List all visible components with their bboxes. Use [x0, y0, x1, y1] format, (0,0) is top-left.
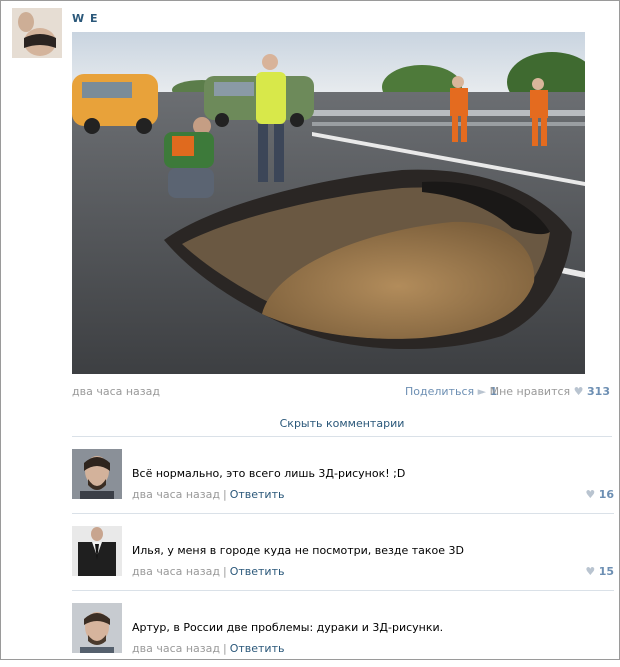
like-count: 313 — [587, 385, 610, 398]
heart-icon: ♥ — [585, 488, 596, 501]
comment-like-count: 15 — [598, 565, 614, 578]
hide-comments-link[interactable]: Скрыть комментарии — [72, 412, 612, 437]
share-label: Поделиться — [405, 385, 475, 398]
comment-meta: два часа назад | Ответить — [132, 488, 285, 501]
comment-time[interactable]: два часа назад — [132, 565, 220, 578]
comment-meta: два часа назад | Ответить — [132, 642, 285, 655]
megaphone-icon: ► — [477, 385, 487, 398]
comment-item: Илья, у меня в городе куда не посмотри, … — [72, 514, 614, 591]
heart-icon: ♥ — [585, 565, 596, 578]
comment-meta: два часа назад | Ответить — [132, 565, 285, 578]
comment-item: Всё нормально, это всего лишь 3Д-рисунок… — [72, 437, 614, 514]
comment-text: Всё нормально, это всего лишь 3Д-рисунок… — [132, 467, 406, 480]
post-author-name[interactable]: W E — [72, 12, 98, 25]
comment-avatar[interactable] — [72, 526, 122, 576]
comment-avatar[interactable] — [72, 603, 122, 653]
reply-button[interactable]: Ответить — [230, 565, 285, 578]
heart-icon: ♥ — [573, 385, 584, 398]
like-button[interactable]: Мне нравится ♥ 313 — [490, 385, 610, 398]
comment-like-button[interactable]: ♥ 16 — [585, 488, 614, 501]
comment-text: Артур, в России две проблемы: дураки и 3… — [132, 621, 444, 634]
post-author-avatar[interactable] — [12, 8, 62, 58]
comment-time[interactable]: два часа назад — [132, 642, 220, 655]
comment-text: Илья, у меня в городе куда не посмотри, … — [132, 544, 465, 557]
comment-time[interactable]: два часа назад — [132, 488, 220, 501]
comment-like-count: 16 — [598, 488, 614, 501]
comment-like-button[interactable]: ♥ 15 — [585, 565, 614, 578]
comment-item: Артур, в России две проблемы: дураки и 3… — [72, 591, 614, 667]
post-time[interactable]: два часа назад — [72, 385, 160, 398]
comment-avatar[interactable] — [72, 449, 122, 499]
share-button[interactable]: Поделиться ► 1 — [405, 385, 497, 398]
like-label: Мне нравится — [489, 385, 571, 398]
post-photo[interactable] — [72, 32, 585, 374]
reply-button[interactable]: Ответить — [230, 488, 285, 501]
reply-button[interactable]: Ответить — [230, 642, 285, 655]
